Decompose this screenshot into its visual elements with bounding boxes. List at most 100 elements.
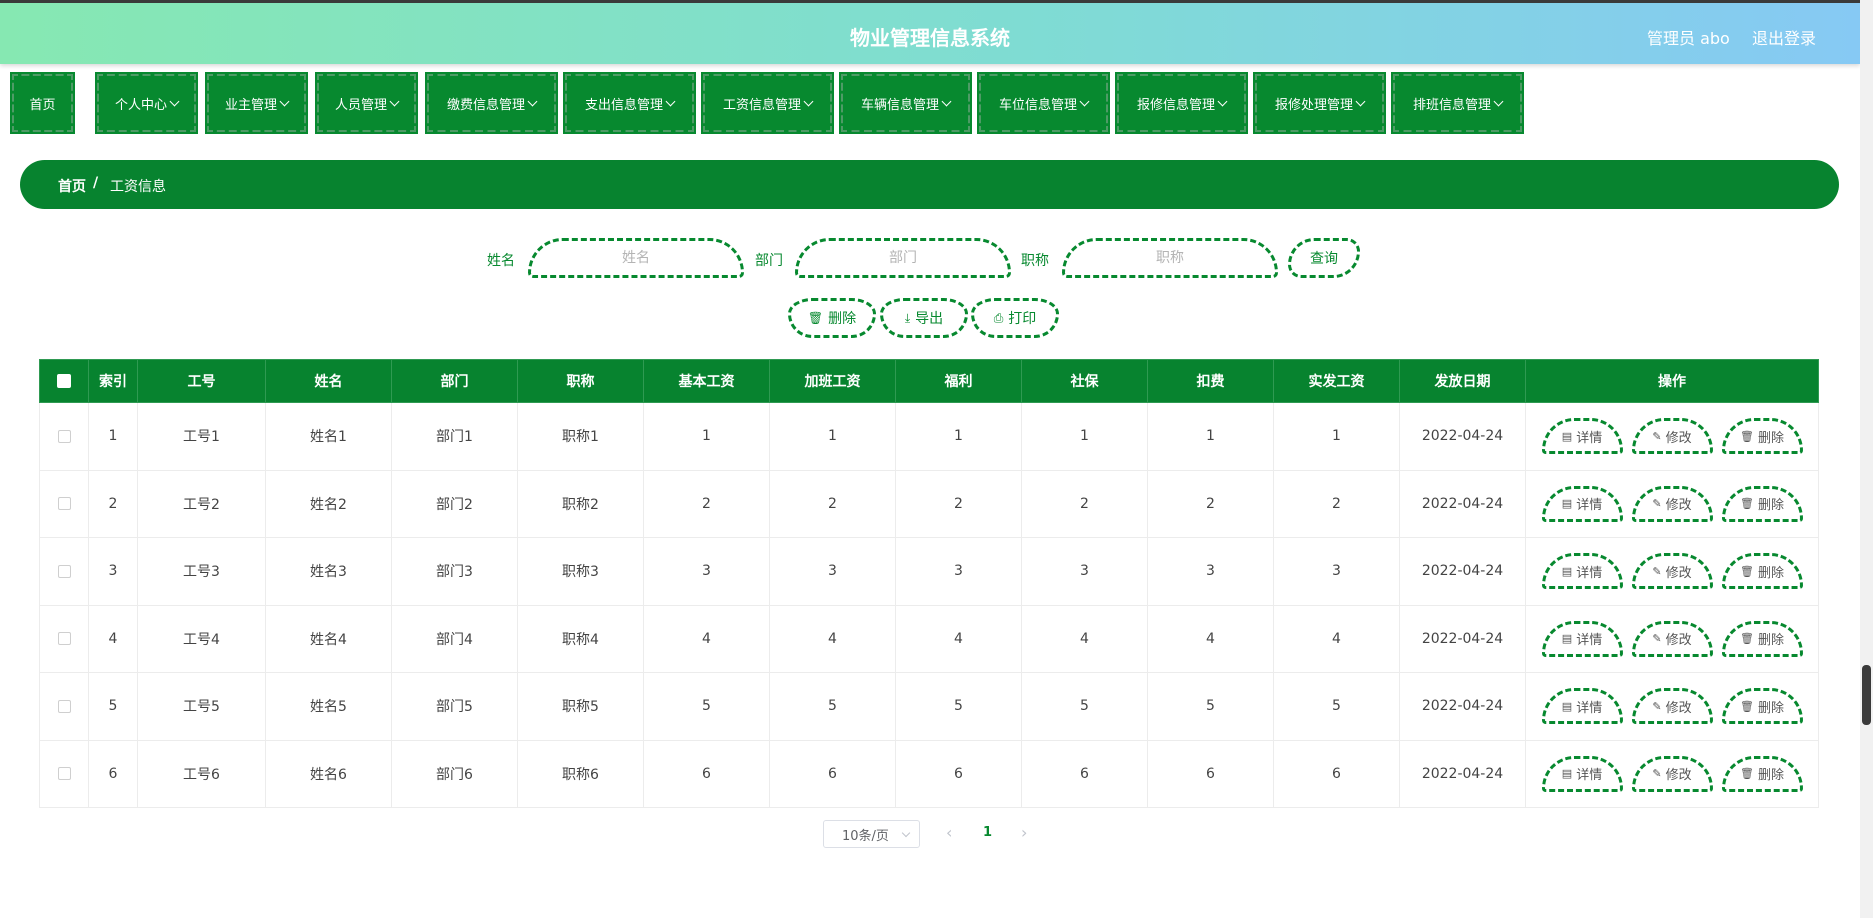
delete-button-label: 删除 [1757,565,1784,581]
table-row: 1 工号1 姓名1 部门1 职称1 1 1 1 1 1 1 2022-04-24 ▤ 详情 ✎ 修改 🗑 删除 [39,402,1819,471]
next-page-button[interactable]: › [1021,823,1027,842]
table-cell: 部门2 [391,469,518,538]
table-cell: 2022-04-24 [1399,739,1526,808]
nav-item-schedule-management[interactable]: 排班信息管理 [1391,72,1524,134]
table-cell: 4 [1021,604,1148,673]
detail-button-label: 详情 [1576,700,1603,716]
batch-delete-button[interactable]: 🗑 删除 [788,298,876,338]
print-label: 打印 [1008,311,1037,327]
batch-delete-label: 删除 [828,311,857,327]
breadcrumb: 首页 / 工资信息 [20,160,1839,209]
column-header: 社保 [1021,359,1148,403]
table-cell: 姓名5 [265,672,392,741]
select-all-checkbox[interactable] [57,374,71,388]
edit-button[interactable]: ✎ 修改 [1631,620,1713,657]
admin-username: 管理员 abo [1647,29,1730,48]
export-button[interactable]: ⤓ 导出 [880,298,968,338]
app-title: 物业管理信息系统 [850,26,1010,50]
document-icon: ▤ [1561,699,1573,713]
chevron-down-icon [941,96,952,106]
detail-button[interactable]: ▤ 详情 [1541,755,1623,792]
select-all-cell [39,359,89,403]
column-header: 姓名 [265,359,392,403]
chevron-down-icon [1493,96,1504,106]
scrollbar-thumb[interactable] [1862,665,1871,725]
nav-item-repair-info-management[interactable]: 报修信息管理 [1115,72,1248,134]
table-cell: 3 [88,537,138,606]
row-checkbox[interactable] [57,429,71,443]
delete-button[interactable]: 🗑 删除 [1721,418,1803,455]
row-checkbox[interactable] [57,497,71,511]
pencil-icon: ✎ [1652,429,1662,443]
table-cell: 3 [1273,537,1400,606]
edit-button[interactable]: ✎ 修改 [1631,688,1713,725]
name-input[interactable] [528,238,744,278]
delete-button[interactable]: 🗑 删除 [1721,755,1803,792]
delete-button[interactable]: 🗑 删除 [1721,485,1803,522]
logout-link[interactable]: 退出登录 [1752,25,1816,49]
edit-button[interactable]: ✎ 修改 [1631,553,1713,590]
print-button[interactable]: ⎙ 打印 [971,298,1059,338]
table-cell: 5 [1273,672,1400,741]
table-cell: 2022-04-24 [1399,402,1526,471]
nav-item-home[interactable]: 首页 [10,72,75,134]
table-row: 2 工号2 姓名2 部门2 职称2 2 2 2 2 2 2 2022-04-24 ▤ 详情 ✎ 修改 🗑 删除 [39,469,1819,538]
detail-button[interactable]: ▤ 详情 [1541,688,1623,725]
breadcrumb-home[interactable]: 首页 [58,176,86,196]
detail-button-label: 详情 [1576,498,1603,514]
detail-button[interactable]: ▤ 详情 [1541,553,1623,590]
vertical-scrollbar[interactable] [1860,0,1873,918]
row-checkbox[interactable] [57,564,71,578]
detail-button[interactable]: ▤ 详情 [1541,418,1623,455]
nav-item-owner-management[interactable]: 业主管理 [205,72,308,134]
current-page-number[interactable]: 1 [983,825,992,840]
delete-button[interactable]: 🗑 删除 [1721,620,1803,657]
table-cell: 工号4 [137,604,266,673]
pencil-icon: ✎ [1652,564,1662,578]
edit-button[interactable]: ✎ 修改 [1631,485,1713,522]
pencil-icon: ✎ [1652,632,1662,646]
row-checkbox[interactable] [57,699,71,713]
table-cell: 3 [1147,537,1274,606]
table-cell: 4 [88,604,138,673]
nav-item-repair-handling-management[interactable]: 报修处理管理 [1253,72,1386,134]
department-input[interactable] [795,238,1011,278]
nav-item-payment-management[interactable]: 缴费信息管理 [425,72,558,134]
query-button[interactable]: 查询 [1288,238,1360,278]
nav-item-personal-center[interactable]: 个人中心 [95,72,198,134]
column-header: 工号 [137,359,266,403]
nav-item-label: 支出信息管理 [584,97,663,113]
table-cell: 2022-04-24 [1399,469,1526,538]
table-cell: 职称6 [517,739,644,808]
page-size-select[interactable]: 10条/页 [823,820,920,848]
edit-button[interactable]: ✎ 修改 [1631,755,1713,792]
nav-item-vehicle-management[interactable]: 车辆信息管理 [839,72,972,134]
nav-item-salary-management[interactable]: 工资信息管理 [701,72,834,134]
table-cell: 4 [1273,604,1400,673]
row-checkbox[interactable] [57,767,71,781]
nav-item-parking-management[interactable]: 车位信息管理 [977,72,1110,134]
detail-button[interactable]: ▤ 详情 [1541,620,1623,657]
delete-button-label: 删除 [1757,633,1784,649]
name-label: 姓名 [487,253,515,269]
breadcrumb-separator: / [93,175,99,191]
detail-button[interactable]: ▤ 详情 [1541,485,1623,522]
prev-page-button[interactable]: ‹ [946,823,952,842]
column-header: 索引 [88,359,138,403]
row-checkbox[interactable] [57,632,71,646]
column-header: 基本工资 [643,359,770,403]
job-title-input[interactable] [1062,238,1278,278]
delete-button[interactable]: 🗑 删除 [1721,688,1803,725]
nav-item-expense-management[interactable]: 支出信息管理 [563,72,696,134]
delete-button[interactable]: 🗑 删除 [1721,553,1803,590]
table-cell: 工号1 [137,402,266,471]
row-select-cell [39,469,89,538]
document-icon: ▤ [1561,632,1573,646]
nav-item-label: 排班信息管理 [1412,97,1491,113]
table-cell: 6 [769,739,896,808]
delete-button-label: 删除 [1757,768,1784,784]
nav-item-staff-management[interactable]: 人员管理 [315,72,418,134]
edit-button[interactable]: ✎ 修改 [1631,418,1713,455]
table-cell: 1 [895,402,1022,471]
table-cell: 2 [769,469,896,538]
